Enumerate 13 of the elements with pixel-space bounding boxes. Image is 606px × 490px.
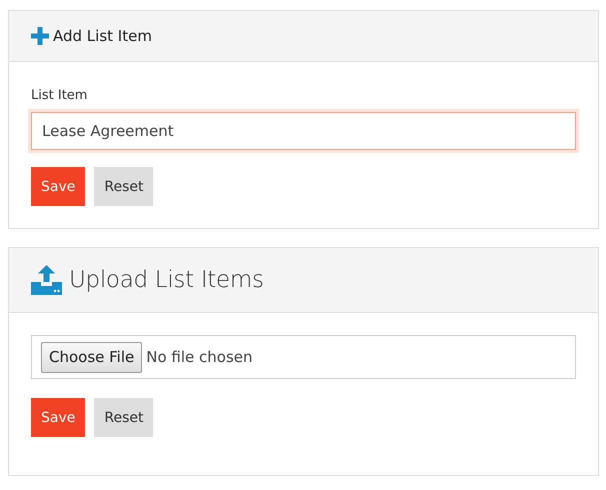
reset-button[interactable]: Reset [94, 167, 154, 206]
plus-icon [31, 27, 49, 45]
save-button[interactable]: Save [31, 398, 86, 437]
save-button[interactable]: Save [31, 167, 86, 206]
panel-title: Add List Item [53, 27, 152, 45]
upload-icon [31, 265, 62, 295]
file-input-field[interactable]: Choose File No file chosen [31, 335, 576, 379]
file-status-text: No file chosen [146, 348, 253, 366]
reset-button[interactable]: Reset [94, 398, 154, 437]
list-item-field[interactable]: Lease Agreement [31, 112, 576, 150]
field-label: List Item [31, 88, 88, 103]
choose-file-button[interactable]: Choose File [41, 342, 142, 372]
panel-title: Upload List Items [69, 267, 264, 293]
